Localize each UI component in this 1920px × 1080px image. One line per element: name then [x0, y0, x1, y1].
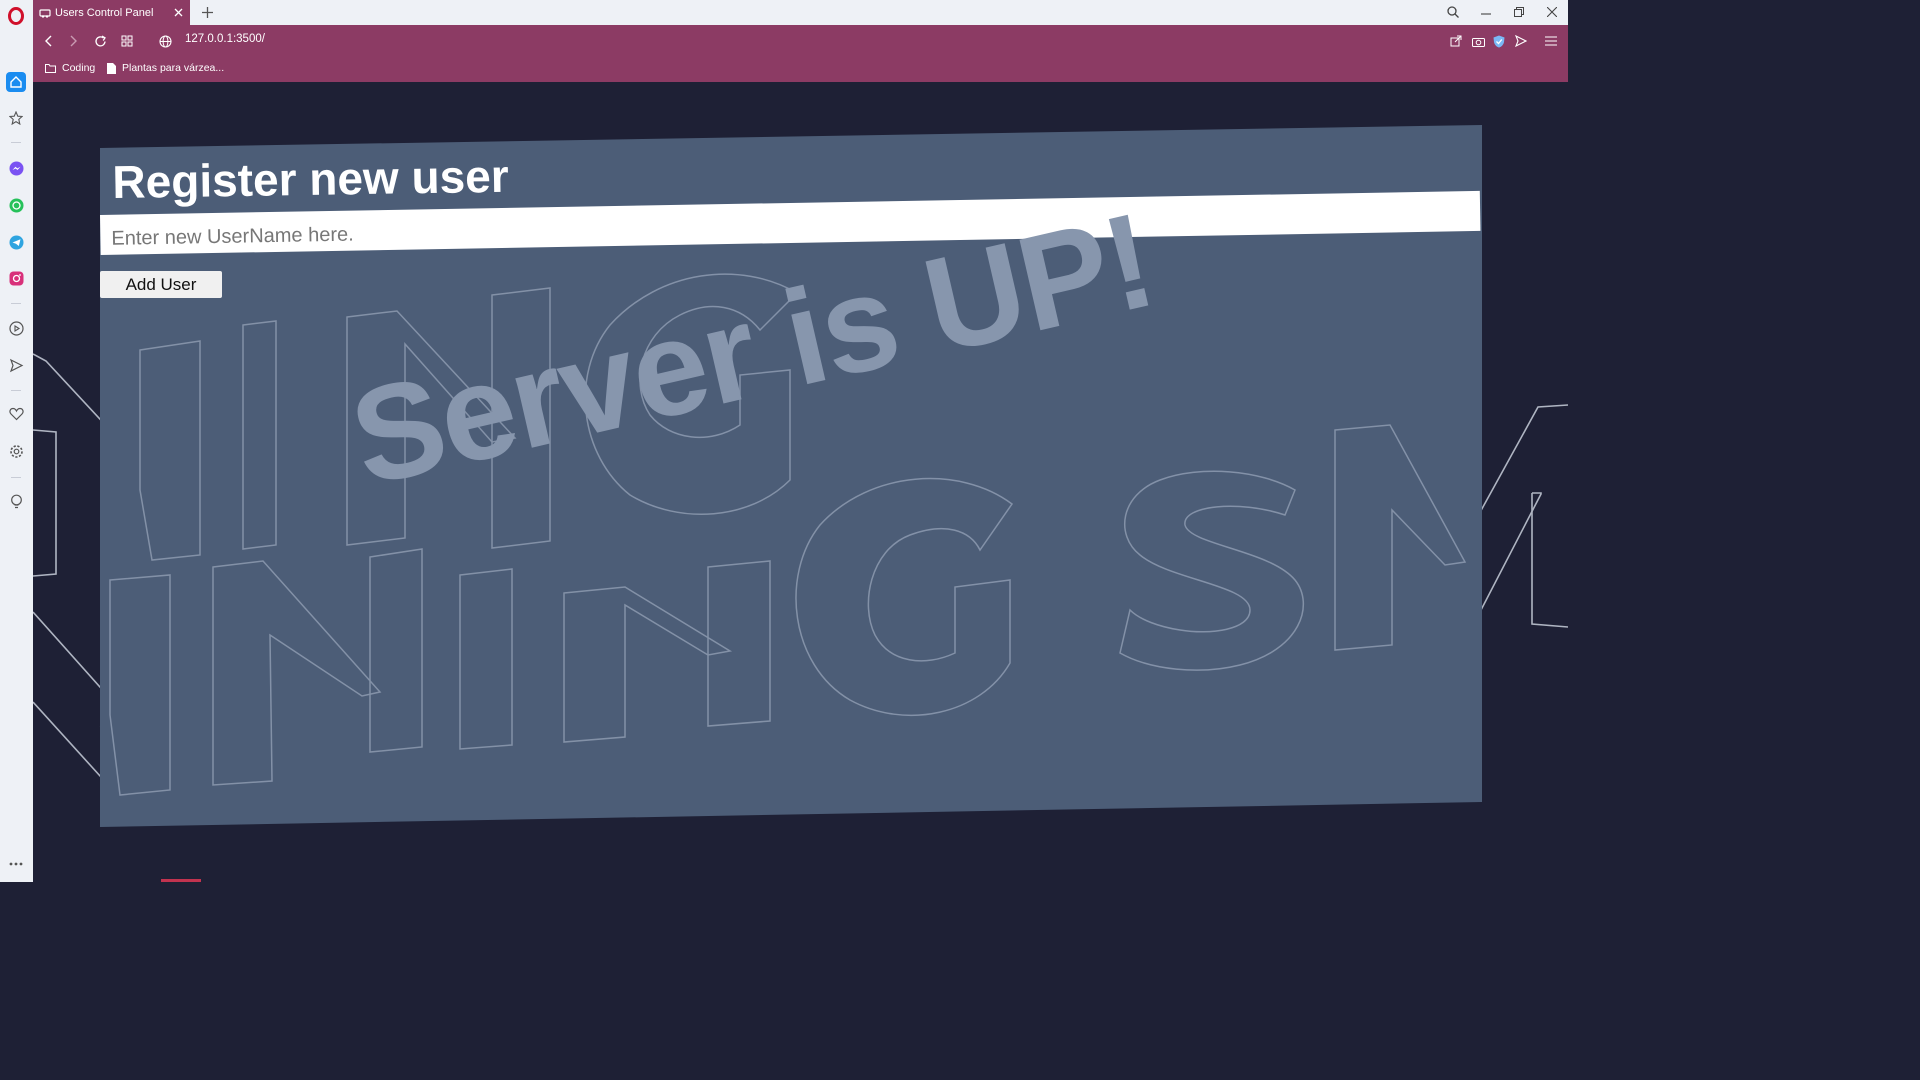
close-window-button[interactable] [1542, 3, 1562, 21]
page-viewport: Register new user Add User Server is UP! [33, 82, 1568, 882]
bulb-icon[interactable] [6, 492, 26, 512]
address-bar-url[interactable]: 127.0.0.1:3500/ [185, 33, 265, 45]
minimize-button[interactable] [1476, 3, 1496, 21]
bookmark-label: Plantas para várzea... [122, 62, 225, 74]
page-icon [107, 62, 116, 74]
add-user-button[interactable]: Add User [100, 271, 222, 298]
back-button[interactable] [38, 32, 58, 50]
flow-send-icon[interactable] [1511, 32, 1531, 50]
browser-sidebar [0, 0, 34, 882]
bookmark-coding[interactable]: Coding [45, 61, 95, 75]
more-icon[interactable] [6, 854, 26, 874]
heart-icon[interactable] [6, 404, 26, 424]
forward-button[interactable] [64, 32, 84, 50]
sidebar-separator [11, 303, 21, 304]
home-icon[interactable] [6, 72, 26, 92]
easy-setup-menu-icon[interactable] [1541, 32, 1561, 50]
tab-strip: Users Control Panel [33, 0, 1568, 25]
close-tab-icon[interactable] [170, 5, 186, 21]
send-icon[interactable] [6, 355, 26, 375]
tab-title: Users Control Panel [55, 6, 154, 19]
player-icon[interactable] [6, 318, 26, 338]
reload-button[interactable] [90, 32, 110, 50]
sidebar-separator [11, 477, 21, 478]
bookmark-label: Coding [62, 62, 96, 74]
star-icon[interactable] [6, 108, 26, 128]
sidebar-separator [11, 390, 21, 391]
whatsapp-icon[interactable] [6, 195, 26, 215]
register-user-card: Register new user Add User Server is UP! [100, 125, 1482, 827]
restore-button[interactable] [1509, 3, 1529, 21]
vpn-shield-icon[interactable] [1489, 32, 1509, 50]
tab-grid-icon[interactable] [117, 32, 137, 50]
snapshot-camera-icon[interactable] [1468, 32, 1488, 50]
sidebar-separator [11, 142, 21, 143]
folder-icon [45, 63, 56, 73]
browser-toolbar: 127.0.0.1:3500/ Coding Plantas para várz… [33, 25, 1568, 82]
instagram-icon[interactable] [6, 268, 26, 288]
tab-users-control-panel[interactable]: Users Control Panel [33, 0, 190, 25]
search-tabs-icon[interactable] [1443, 3, 1463, 21]
messenger-icon[interactable] [6, 158, 26, 178]
bottom-accent-line [161, 879, 201, 882]
share-icon[interactable] [1446, 32, 1466, 50]
new-tab-button[interactable] [198, 3, 216, 21]
opera-logo-icon[interactable] [6, 6, 26, 26]
page-title: Register new user [112, 149, 510, 208]
favicon-icon [39, 8, 51, 18]
bookmark-plantas[interactable]: Plantas para várzea... [107, 61, 224, 75]
telegram-icon[interactable] [6, 232, 26, 252]
site-info-icon[interactable] [155, 32, 175, 50]
gear-icon[interactable] [6, 441, 26, 461]
